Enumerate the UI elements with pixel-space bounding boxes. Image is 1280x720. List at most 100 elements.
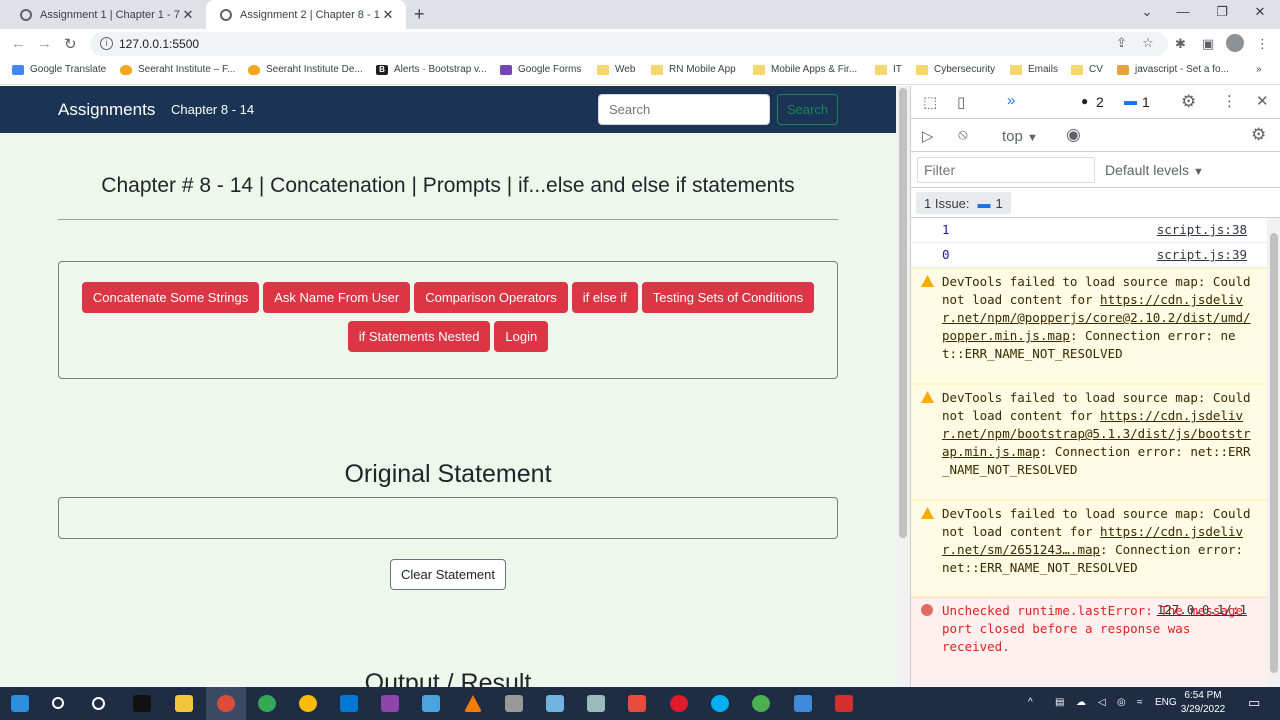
more-bookmarks-icon[interactable]: »: [1256, 64, 1262, 75]
close-window-button[interactable]: ✕: [1240, 4, 1280, 20]
search-input[interactable]: [598, 94, 770, 125]
photos-icon[interactable]: [794, 695, 812, 712]
network-icon[interactable]: ▤: [1055, 697, 1064, 708]
back-button[interactable]: ←: [11, 35, 26, 52]
forward-button[interactable]: →: [37, 35, 52, 52]
file-explorer-icon[interactable]: [175, 695, 193, 712]
notifications-icon[interactable]: ▭: [1248, 695, 1260, 711]
tab-assignment-2[interactable]: Assignment 2 | Chapter 8 - 14 ✕: [206, 0, 406, 29]
wifi-icon[interactable]: ≈: [1137, 697, 1143, 708]
console-scrollbar[interactable]: [1267, 218, 1280, 687]
scrollbar-thumb[interactable]: [899, 88, 907, 538]
app-icon[interactable]: [587, 695, 605, 712]
login-button[interactable]: Login: [494, 321, 549, 352]
bookmark-star-icon[interactable]: ☆: [1142, 35, 1154, 51]
chrome-profile-icon[interactable]: [299, 695, 317, 712]
bookmark-item[interactable]: Seeraht Institute – F...: [120, 64, 235, 75]
scrollbar-thumb[interactable]: [1270, 233, 1278, 673]
site-info-icon[interactable]: i: [100, 37, 113, 50]
issues-button[interactable]: 1 Issue: ▬ 1: [916, 192, 1011, 214]
bookmark-item[interactable]: Web: [597, 64, 635, 75]
nested-if-button[interactable]: if Statements Nested: [347, 321, 491, 352]
globe-icon[interactable]: ◎: [1117, 697, 1126, 708]
paint-icon[interactable]: [381, 695, 399, 712]
devtools-menu-icon[interactable]: ⋮: [1222, 92, 1237, 110]
app-icon[interactable]: [422, 695, 440, 712]
cortana-icon[interactable]: [92, 697, 105, 710]
clear-statement-button[interactable]: Clear Statement: [390, 559, 506, 590]
bookmark-item[interactable]: Emails: [1010, 64, 1058, 75]
bootstrap-icon: B: [376, 64, 388, 75]
address-bar[interactable]: i 127.0.0.1:5500 ⇪ ☆: [90, 32, 1168, 56]
menu-icon[interactable]: ⋮: [1256, 36, 1269, 52]
errors-count[interactable]: 2: [1096, 94, 1104, 110]
windows-start-icon[interactable]: [11, 695, 29, 712]
bookmark-item[interactable]: javascript - Set a fo...: [1117, 64, 1229, 75]
more-tabs-icon[interactable]: »: [1007, 92, 1015, 109]
bookmark-item[interactable]: RN Mobile App: [651, 64, 736, 75]
close-devtools-icon[interactable]: ✕: [1256, 92, 1269, 110]
ask-name-button[interactable]: Ask Name From User: [263, 282, 411, 313]
bookmark-item[interactable]: Mobile Apps & Fir...: [753, 64, 857, 75]
device-toggle-icon[interactable]: ▯: [957, 93, 965, 111]
taskbar-clock[interactable]: 6:54 PM 3/29/2022: [1168, 689, 1238, 717]
extensions-icon[interactable]: ✱: [1175, 36, 1186, 52]
opera-icon[interactable]: [670, 695, 688, 712]
page-scrollbar[interactable]: [896, 86, 910, 687]
comparison-operators-button[interactable]: Comparison Operators: [414, 282, 568, 313]
profile-avatar[interactable]: [1226, 34, 1244, 52]
bookmark-item[interactable]: Seeraht Institute De...: [248, 64, 363, 75]
log-source-link[interactable]: script.js:38: [1157, 222, 1247, 237]
new-tab-button[interactable]: +: [414, 4, 425, 25]
testing-conditions-button[interactable]: Testing Sets of Conditions: [641, 282, 815, 313]
minimize-button[interactable]: —: [1163, 4, 1203, 19]
inspect-element-icon[interactable]: ⬚: [923, 93, 937, 111]
url-text[interactable]: 127.0.0.1:5500: [119, 37, 199, 51]
error-source-link[interactable]: 127.0.0.1/:1: [1157, 602, 1247, 617]
if-else-if-button[interactable]: if else if: [571, 282, 638, 313]
vscode-icon[interactable]: [340, 695, 358, 712]
maximize-button[interactable]: ❐: [1202, 4, 1242, 20]
acrobat-icon[interactable]: [835, 695, 853, 712]
live-expression-eye-icon[interactable]: ◉: [1066, 125, 1081, 145]
chrome-icon[interactable]: [217, 695, 235, 712]
volume-icon[interactable]: ◁: [1098, 697, 1106, 708]
vlc-icon[interactable]: [464, 695, 482, 712]
anydesk-icon[interactable]: [628, 695, 646, 712]
chrome-profile-icon[interactable]: [752, 695, 770, 712]
close-tab-icon[interactable]: ✕: [380, 7, 396, 23]
messages-count[interactable]: 1: [1142, 94, 1150, 110]
navbar-brand[interactable]: Assignments: [58, 100, 155, 120]
tab-assignment-1[interactable]: Assignment 1 | Chapter 1 - 7 ✕: [6, 0, 206, 29]
bookmark-item[interactable]: Cybersecurity: [916, 64, 995, 75]
search-icon[interactable]: [52, 697, 64, 709]
tab-search-icon[interactable]: ⌄: [1127, 4, 1167, 20]
sidebar-toggle-icon[interactable]: ▷: [922, 127, 934, 145]
share-icon[interactable]: ⇪: [1116, 35, 1127, 51]
console-settings-icon[interactable]: ⚙: [1251, 125, 1266, 145]
chrome-profile-icon[interactable]: [258, 695, 276, 712]
log-levels-dropdown[interactable]: Default levels ▼: [1105, 162, 1204, 178]
clear-console-icon[interactable]: ⦸: [958, 126, 968, 143]
bookmark-item[interactable]: B Alerts · Bootstrap v...: [376, 64, 487, 75]
calculator-icon[interactable]: [505, 695, 523, 712]
search-button[interactable]: Search: [777, 94, 838, 125]
bookmark-item[interactable]: CV: [1071, 64, 1103, 75]
concatenate-strings-button[interactable]: Concatenate Some Strings: [81, 282, 260, 313]
reload-button[interactable]: ↻: [64, 35, 77, 53]
skype-icon[interactable]: [711, 695, 729, 712]
side-panel-icon[interactable]: ▣: [1202, 36, 1214, 52]
bookmark-item[interactable]: IT: [875, 64, 902, 75]
tray-chevron-icon[interactable]: ^: [1028, 697, 1033, 708]
bookmark-item[interactable]: Google Forms: [500, 64, 581, 75]
notes-icon[interactable]: [546, 695, 564, 712]
nav-link-chapter[interactable]: Chapter 8 - 14: [171, 102, 254, 117]
close-tab-icon[interactable]: ✕: [180, 7, 196, 23]
bookmark-item[interactable]: Google Translate: [12, 64, 106, 75]
console-filter-input[interactable]: [917, 157, 1095, 183]
terminal-icon[interactable]: [133, 695, 151, 712]
log-source-link[interactable]: script.js:39: [1157, 247, 1247, 262]
context-selector[interactable]: top ▼: [1002, 128, 1038, 145]
cloud-icon[interactable]: ☁: [1076, 697, 1086, 708]
settings-gear-icon[interactable]: ⚙: [1181, 92, 1196, 112]
